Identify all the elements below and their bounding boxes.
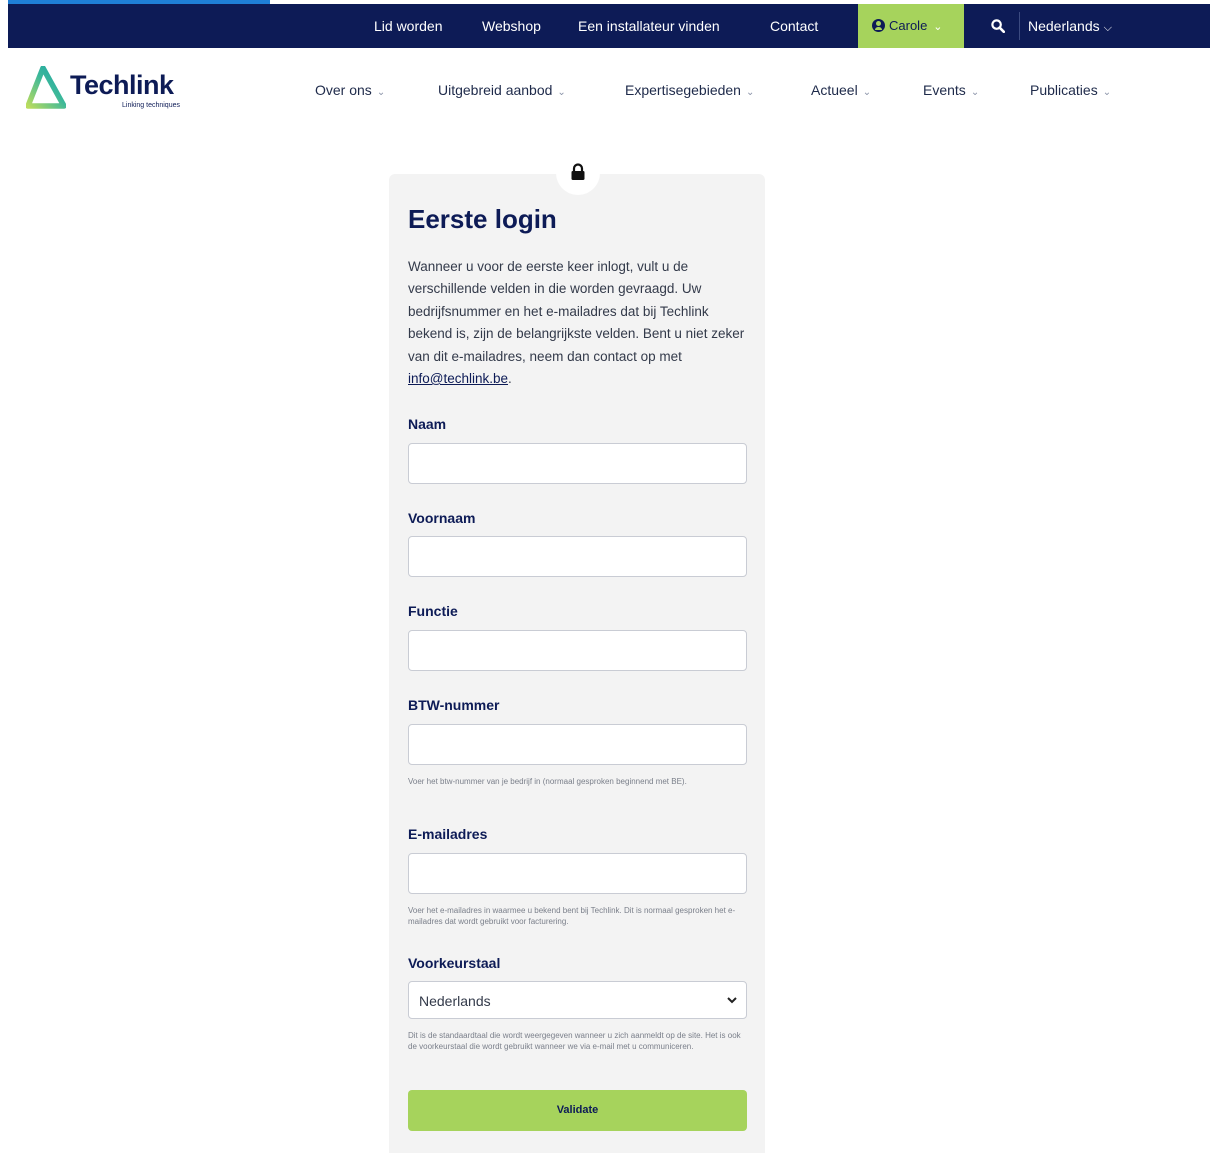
installateur-vinden-link[interactable]: Een installateur vinden xyxy=(578,4,720,48)
nav-label: Actueel xyxy=(811,82,858,98)
nav-uitgebreid-aanbod[interactable]: Uitgebreid aanbod ⌄ xyxy=(438,80,566,100)
nav-label: Uitgebreid aanbod xyxy=(438,82,553,98)
nav-expertisegebieden[interactable]: Expertisegebieden ⌄ xyxy=(625,80,754,100)
nav-publicaties[interactable]: Publicaties ⌄ xyxy=(1030,80,1111,100)
chevron-down-icon: ⌄ xyxy=(933,21,943,33)
top-utility-bar: Lid worden Webshop Een installateur vind… xyxy=(8,4,1210,48)
naam-label: Naam xyxy=(408,416,447,432)
email-input[interactable] xyxy=(408,853,747,894)
voornaam-label: Voornaam xyxy=(408,510,476,526)
intro-text: Wanneer u voor de eerste keer inlogt, vu… xyxy=(408,256,748,390)
logo-text: Techlink xyxy=(70,70,174,100)
logo-tagline: Linking techniques xyxy=(122,102,180,109)
language-selector[interactable]: Nederlands ⌵ xyxy=(1028,4,1112,48)
intro-body: Wanneer u voor de eerste keer inlogt, vu… xyxy=(408,259,745,364)
btw-nummer-input[interactable] xyxy=(408,724,747,765)
language-label: Nederlands xyxy=(1028,18,1100,34)
user-icon xyxy=(872,19,885,32)
nav-events[interactable]: Events ⌄ xyxy=(923,80,979,100)
voorkeurstaal-hint: Dit is de standaardtaal die wordt weerge… xyxy=(408,1031,741,1051)
chevron-down-icon: ⌄ xyxy=(745,87,755,98)
lock-badge xyxy=(556,151,600,195)
user-name: Carole xyxy=(889,18,928,33)
voorkeurstaal-select[interactable]: Nederlands xyxy=(408,981,747,1019)
validate-button[interactable]: Validate xyxy=(408,1090,747,1131)
info-email-link[interactable]: info@techlink.be xyxy=(408,371,508,386)
chevron-down-icon: ⌄ xyxy=(1102,87,1112,98)
search-icon xyxy=(991,19,1005,33)
topbar-divider xyxy=(1019,12,1020,40)
email-hint: Voer het e-mailadres in waarmee u bekend… xyxy=(408,906,736,926)
user-menu-button[interactable]: Carole ⌄ xyxy=(858,4,964,48)
chevron-down-icon: ⌄ xyxy=(970,87,980,98)
voornaam-input[interactable] xyxy=(408,536,747,577)
voorkeurstaal-label: Voorkeurstaal xyxy=(408,955,501,971)
chevron-down-icon xyxy=(727,997,737,1004)
functie-label: Functie xyxy=(408,603,458,619)
techlink-logo[interactable]: Techlink Linking techniques xyxy=(26,66,206,116)
intro-end: . xyxy=(508,371,512,387)
lid-worden-link[interactable]: Lid worden xyxy=(374,4,443,48)
nav-label: Events xyxy=(923,82,966,98)
btw-nummer-hint: Voer het btw-nummer van je bedrijf in (n… xyxy=(408,777,687,786)
nav-actueel[interactable]: Actueel ⌄ xyxy=(811,80,871,100)
chevron-down-icon: ⌄ xyxy=(862,87,872,98)
lock-icon xyxy=(571,163,585,180)
functie-input[interactable] xyxy=(408,630,747,671)
nav-over-ons[interactable]: Over ons ⌄ xyxy=(315,80,385,100)
webshop-link[interactable]: Webshop xyxy=(482,4,541,48)
contact-link[interactable]: Contact xyxy=(770,4,818,48)
page-title: Eerste login xyxy=(408,204,557,234)
search-button[interactable] xyxy=(976,4,1020,48)
email-label: E-mailadres xyxy=(408,826,488,842)
nav-label: Publicaties xyxy=(1030,82,1098,98)
chevron-down-icon: ⌄ xyxy=(557,87,566,98)
nav-label: Expertisegebieden xyxy=(625,82,741,98)
nav-label: Over ons xyxy=(315,82,372,98)
naam-input[interactable] xyxy=(408,443,747,484)
btw-nummer-label: BTW-nummer xyxy=(408,697,500,713)
chevron-down-icon: ⌄ xyxy=(376,87,386,98)
logo-triangle-icon xyxy=(26,66,66,109)
chevron-down-icon: ⌵ xyxy=(1103,22,1112,34)
voorkeurstaal-value: Nederlands xyxy=(419,993,491,1009)
